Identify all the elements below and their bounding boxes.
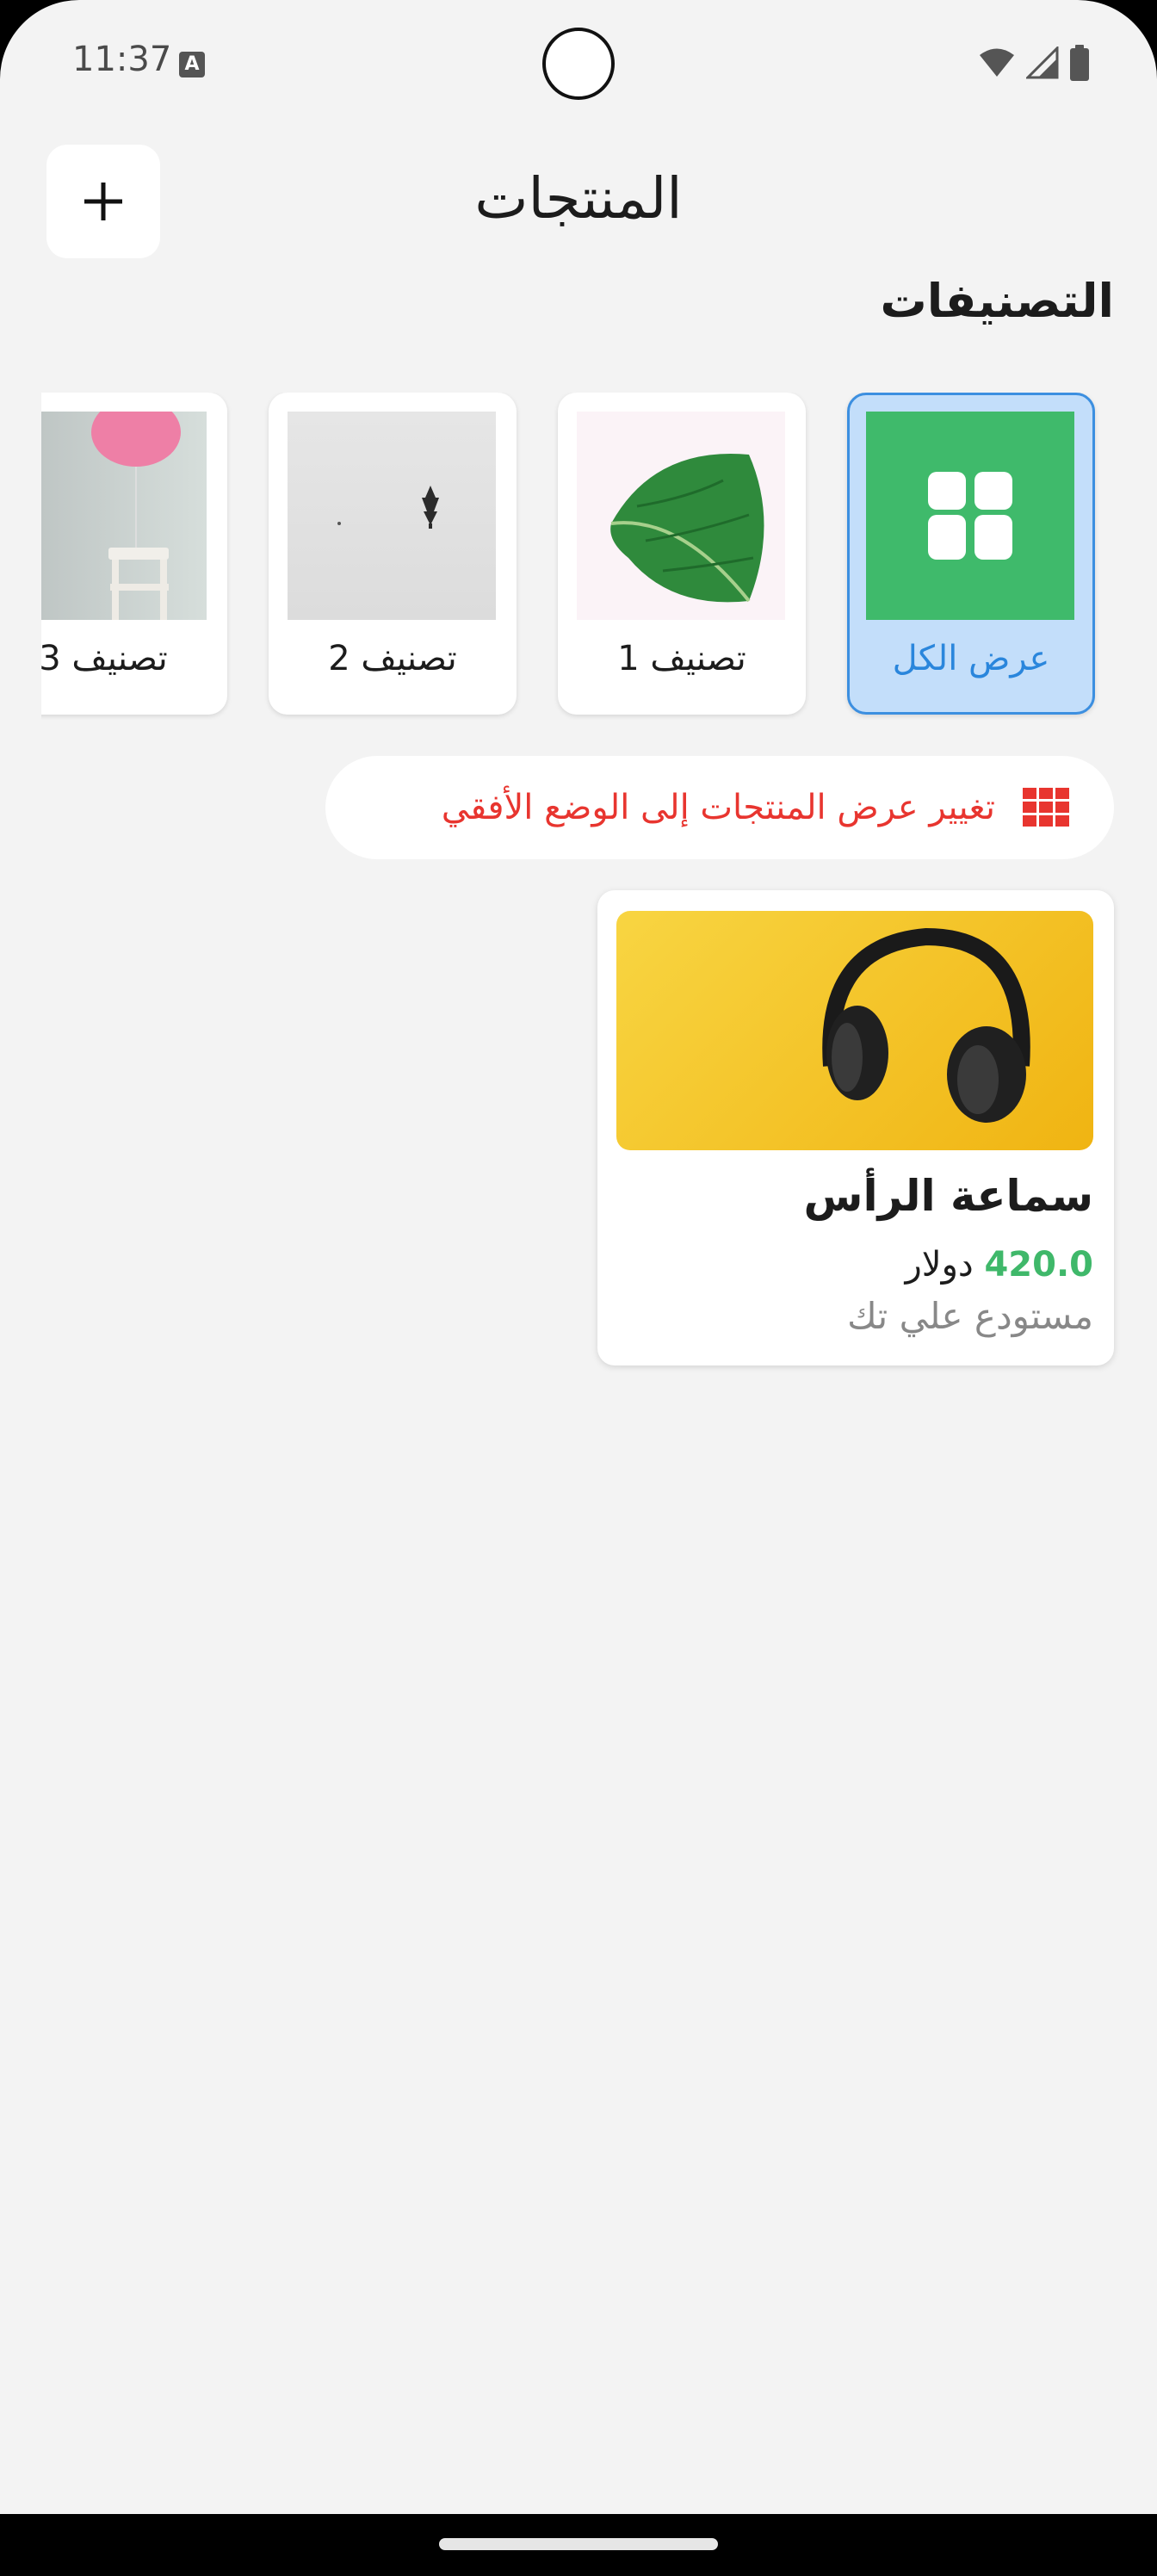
category-label: عرض الكل: [892, 639, 1050, 678]
camera-cutout: [542, 28, 615, 100]
keyboard-notification-icon: A: [179, 52, 205, 77]
status-icons: [978, 45, 1090, 81]
status-bar: 11:37 A: [0, 0, 1157, 129]
app-screen: 11:37 A المنتجات التصنيفات عرض الكل تصني…: [0, 0, 1157, 2514]
cell-signal-icon: [1026, 46, 1059, 79]
category-label: تصنيف 3: [41, 639, 168, 678]
category-card-1[interactable]: تصنيف 1: [558, 393, 806, 715]
headphones-photo: [616, 911, 1093, 1150]
home-gesture-handle[interactable]: [439, 2538, 718, 2550]
tree-photo: [288, 412, 496, 620]
status-time: 11:37: [72, 40, 172, 79]
toggle-horizontal-layout-button[interactable]: تغيير عرض المنتجات إلى الوضع الأفقي: [325, 756, 1114, 859]
categories-list[interactable]: عرض الكل تصنيف 1 تصنيف 2 تصنيف 3: [41, 393, 1157, 720]
categories-heading: التصنيفات: [880, 274, 1114, 328]
product-card[interactable]: سماعة الرأس 420.0 دولار مستودع علي تك: [597, 890, 1114, 1365]
category-card-all[interactable]: عرض الكل: [847, 393, 1095, 715]
wifi-icon: [980, 48, 1014, 77]
grid-view-icon: [1023, 788, 1069, 827]
price-currency: دولار: [905, 1245, 974, 1285]
product-price: 420.0 دولار: [905, 1245, 1093, 1285]
category-card-3[interactable]: تصنيف 3: [41, 393, 227, 715]
app-bar: المنتجات: [0, 141, 1157, 262]
balloon-chair-photo: [41, 412, 207, 620]
category-label: تصنيف 1: [617, 639, 746, 678]
page-title: المنتجات: [474, 165, 683, 232]
price-value: 420.0: [984, 1245, 1093, 1285]
battery-icon: [1070, 45, 1089, 81]
product-store: مستودع علي تك: [847, 1295, 1093, 1337]
category-card-2[interactable]: تصنيف 2: [269, 393, 517, 715]
category-label: تصنيف 2: [328, 639, 457, 678]
product-name: سماعة الرأس: [803, 1171, 1094, 1221]
leaf-photo: [577, 412, 785, 620]
grid-icon: [866, 412, 1074, 620]
toggle-layout-label: تغيير عرض المنتجات إلى الوضع الأفقي: [441, 788, 995, 827]
